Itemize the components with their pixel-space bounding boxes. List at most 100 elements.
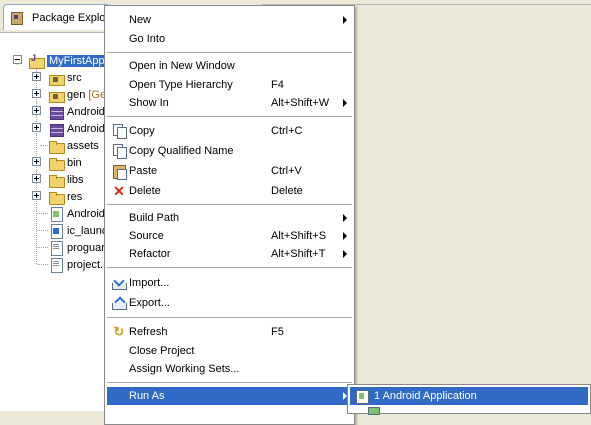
folder-icon — [48, 172, 65, 188]
menu-item-label: Source — [129, 230, 164, 242]
menu-item-label: 1 Android Application — [374, 390, 477, 402]
menu-item-export[interactable]: Export... — [107, 294, 352, 312]
import-icon — [111, 275, 127, 291]
tree-item-label: src — [67, 71, 82, 84]
collapse-project-icon[interactable] — [13, 55, 22, 64]
menu-accelerator: Alt+Shift+W — [271, 97, 330, 109]
menu-item-label: Close Project — [129, 345, 195, 357]
expand-src-icon[interactable] — [32, 72, 41, 81]
menu-item-build-path[interactable]: Build Path — [107, 209, 352, 227]
tree-guide-line — [37, 213, 48, 214]
menu-separator — [107, 52, 352, 53]
menu-item-assign-working-sets[interactable]: Assign Working Sets... — [107, 360, 352, 378]
tree-item-label: assets — [67, 139, 99, 152]
menu-item-delete[interactable]: ✕ Delete Delete — [107, 182, 352, 200]
android-app-icon — [368, 407, 380, 415]
menu-item-label: Refresh — [129, 326, 168, 338]
menu-item-label: Copy — [129, 125, 155, 137]
menu-accelerator: F5 — [271, 326, 284, 338]
menu-item-go-into[interactable]: Go Into — [107, 30, 352, 48]
expand-gen-icon[interactable] — [32, 89, 41, 98]
menu-item-label: Build Path — [129, 212, 180, 224]
menu-item-android-application[interactable]: 1 Android Application — [350, 387, 588, 405]
tree-item-label: ic_launc — [67, 224, 108, 237]
menu-item-label: Copy Qualified Name — [129, 145, 234, 157]
tree-item-ic-launcher[interactable]: ic_launc — [48, 222, 107, 239]
menu-separator — [107, 267, 352, 268]
package-explorer-icon — [10, 11, 24, 25]
delete-icon: ✕ — [113, 183, 125, 199]
library-icon — [48, 121, 64, 137]
tree-item-android-library[interactable]: Android — [48, 120, 105, 137]
submenu-arrow-icon — [343, 214, 347, 222]
menu-separator — [107, 204, 352, 205]
text-file-icon — [48, 257, 64, 273]
menu-item-open-type-hierarchy[interactable]: Open Type Hierarchy F4 — [107, 76, 352, 94]
menu-item-copy[interactable]: Copy Ctrl+C — [107, 122, 352, 140]
menu-item-label: New — [129, 14, 152, 26]
tree-item-assets[interactable]: assets — [48, 137, 99, 154]
menu-item-close-project[interactable]: Close Project — [107, 342, 352, 360]
expand-bin-icon[interactable] — [32, 157, 41, 166]
tree-item-src[interactable]: src — [48, 69, 82, 86]
menu-item-paste[interactable]: Paste Ctrl+V — [107, 162, 352, 180]
menu-item-label: Run As — [129, 390, 165, 402]
menu-item-refactor[interactable]: Refactor Alt+Shift+T — [107, 245, 352, 263]
tree-item-label: Android — [67, 207, 105, 220]
menu-accelerator: Alt+Shift+T — [271, 248, 326, 260]
tree-item-label: Android — [67, 122, 105, 135]
menu-separator — [107, 116, 352, 117]
expand-res-icon[interactable] — [32, 191, 41, 200]
tab-package-explorer[interactable]: Package Explorer — [3, 4, 115, 30]
expand-library-icon[interactable] — [32, 106, 41, 115]
tree-item-libs[interactable]: libs — [48, 171, 84, 188]
folder-icon — [48, 155, 65, 171]
xml-file-icon — [48, 206, 64, 222]
menu-item-label: Import... — [129, 277, 170, 289]
tree-guide-line — [37, 230, 48, 231]
android-app-icon — [354, 388, 370, 404]
menu-item-refresh[interactable]: ↻ Refresh F5 — [107, 323, 352, 341]
tree-item-project-properties[interactable]: project. — [48, 256, 103, 273]
menu-item-source[interactable]: Source Alt+Shift+S — [107, 227, 352, 245]
library-icon — [48, 104, 64, 120]
tree-guide-line — [17, 64, 18, 65]
menu-item-copy-qualified-name[interactable]: Copy Qualified Name — [107, 142, 352, 160]
menu-accelerator: Alt+Shift+S — [271, 230, 327, 242]
source-folder-icon — [48, 70, 65, 86]
paste-icon — [111, 163, 127, 180]
menu-separator — [107, 317, 352, 318]
tree-item-res[interactable]: res — [48, 188, 82, 205]
submenu-arrow-icon — [343, 232, 347, 240]
menu-item-label: Open in New Window — [129, 60, 235, 72]
submenu-arrow-icon — [343, 99, 347, 107]
expand-libs-icon[interactable] — [32, 174, 41, 183]
context-menu: New Go Into Open in New Window Open Type… — [104, 5, 355, 425]
menu-item-new[interactable]: New — [107, 11, 352, 29]
menu-item-open-in-new-window[interactable]: Open in New Window — [107, 57, 352, 75]
tree-item-android-manifest[interactable]: Android — [48, 205, 105, 222]
menu-item-label: Show In — [129, 97, 169, 109]
tree-item-project[interactable]: MyFirstApp — [28, 52, 107, 69]
menu-item-import[interactable]: Import... — [107, 274, 352, 292]
tree-item-label: project. — [67, 258, 104, 271]
expand-library-icon[interactable] — [32, 123, 41, 132]
menu-accelerator: F4 — [271, 79, 284, 91]
tree-guide-line — [37, 264, 48, 265]
menu-item-run-as[interactable]: Run As — [107, 387, 352, 405]
tree-item-android-library[interactable]: Android — [48, 103, 105, 120]
java-project-icon — [28, 53, 45, 69]
menu-separator — [107, 382, 352, 383]
tab-title: Package Explorer — [32, 11, 114, 24]
folder-icon — [48, 189, 65, 205]
menu-item-label: Delete — [129, 185, 161, 197]
tree-item-bin[interactable]: bin — [48, 154, 82, 171]
tree-guide-line — [40, 145, 48, 146]
menu-item-show-in[interactable]: Show In Alt+Shift+W — [107, 94, 352, 112]
menu-item-label: Refactor — [129, 248, 171, 260]
tree-item-gen[interactable]: gen [Ge — [48, 86, 106, 103]
refresh-icon: ↻ — [113, 324, 125, 339]
tree-item-label: bin — [67, 156, 82, 169]
tree-item-proguard[interactable]: proguar — [48, 239, 105, 256]
png-file-icon — [48, 223, 64, 239]
